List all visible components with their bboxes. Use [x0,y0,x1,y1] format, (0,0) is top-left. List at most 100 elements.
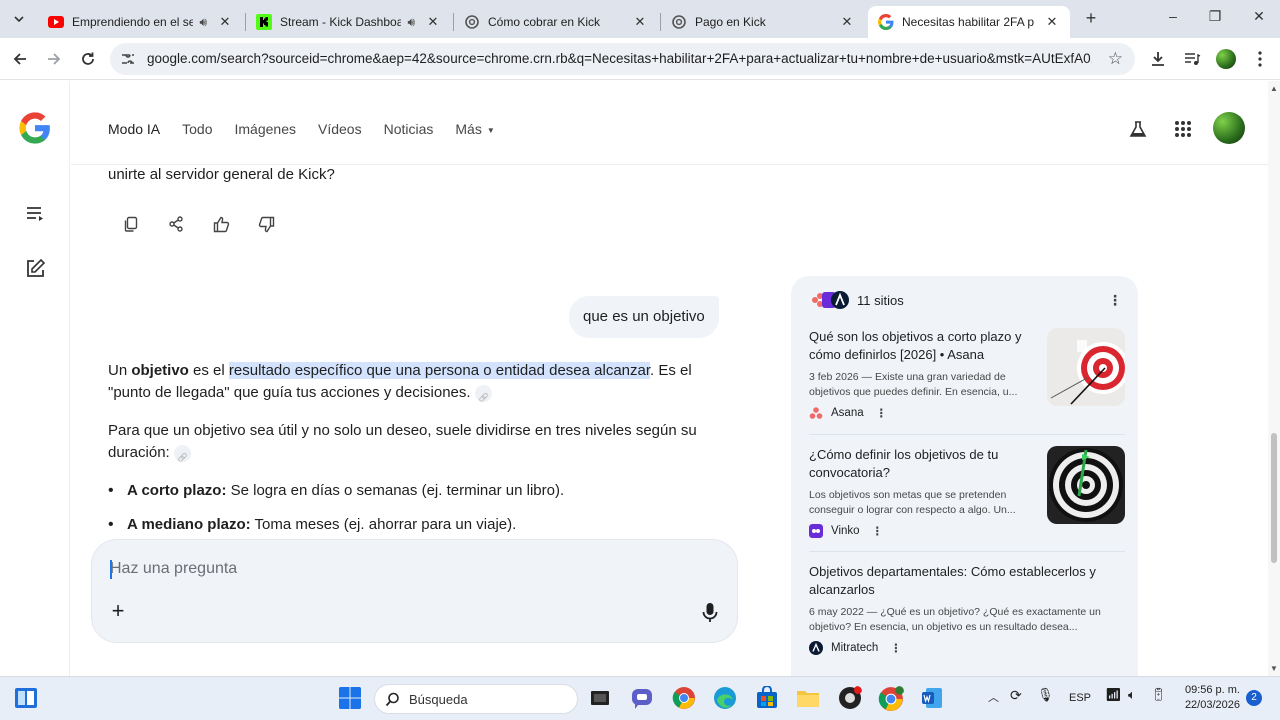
scroll-up-icon[interactable]: ▲ [1270,84,1278,93]
back-button[interactable] [8,47,32,71]
nav-tab-all[interactable]: Todo [182,121,212,137]
source-link-icon[interactable] [173,444,191,462]
teams-chat-icon[interactable] [630,686,654,710]
site-info-icon[interactable] [120,51,136,67]
tab-search-button[interactable] [8,8,30,30]
more-vertical-icon[interactable]: ⋮ [876,406,888,420]
tab-title: Pago en Kick [695,15,766,29]
close-tab-icon[interactable]: ✕ [1044,14,1060,30]
source-title[interactable]: ¿Cómo definir los objetivos de tu convoc… [809,446,1034,482]
answer-text: Para que un objetivo sea útil y no solo … [108,422,697,461]
more-vertical-icon[interactable]: ⋮ [890,641,902,655]
google-logo-icon[interactable] [18,111,52,145]
nav-tab-more[interactable]: Más ▼ [455,121,494,137]
restore-button[interactable]: ❐ [1200,8,1230,30]
microphone-icon[interactable] [700,602,720,624]
bookmark-star-icon[interactable]: ☆ [1108,49,1123,69]
reload-button[interactable] [76,47,100,71]
labs-button[interactable] [1126,117,1150,141]
battery-icon[interactable]: 🔋︎ [1150,687,1167,703]
google-icon [878,14,894,30]
close-tab-icon[interactable]: ✕ [217,14,233,30]
wifi-icon[interactable]: 📶︎ [1105,687,1122,703]
source-site: Asana ⋮ [809,406,1125,420]
microsoft-store-icon[interactable] [755,686,779,710]
notification-badge[interactable]: 2 [1246,690,1262,706]
vinko-icon [809,524,823,538]
windows-start-icon[interactable] [338,686,362,710]
thumbs-up-button[interactable] [210,213,232,235]
task-view-icon[interactable] [588,686,612,710]
nav-tab-images[interactable]: Imágenes [235,121,296,137]
tab-kick-dashboard[interactable]: Stream - Kick Dashboard 🔊︎ ✕ [246,6,451,38]
file-explorer-icon[interactable] [796,686,820,710]
edge-icon[interactable] [713,686,737,710]
account-avatar[interactable] [1213,112,1245,144]
source-card-mitratech[interactable]: Objetivos departamentales: Cómo establec… [809,563,1125,673]
sources-menu-icon[interactable]: ⋮ [1108,292,1122,309]
input-language[interactable]: ESP [1069,692,1091,704]
sync-status-icon[interactable]: ⟳ [1010,687,1022,704]
widgets-icon[interactable] [14,686,38,710]
thumbs-down-button[interactable] [255,213,277,235]
speaker-icon[interactable]: 🔊︎ [199,15,207,30]
openai-icon [672,15,686,29]
tab-pago-en-kick[interactable]: Pago en Kick ✕ [661,6,865,38]
close-tab-icon[interactable]: ✕ [425,14,441,30]
forward-arrow-icon [48,53,61,65]
ask-box: + [91,539,738,643]
profile-button[interactable] [1215,48,1237,70]
source-link-icon[interactable] [474,384,492,402]
url-text[interactable]: google.com/search?sourceid=chrome&aep=42… [147,51,1092,66]
volume-icon[interactable]: 🔈︎ [1128,687,1136,703]
copy-button[interactable] [120,213,142,235]
source-title[interactable]: Objetivos departamentales: Cómo establec… [809,563,1119,599]
tab-emprendiendo[interactable]: Emprendiendo en el sec 🔊︎ ✕ [38,6,243,38]
nav-tab-news[interactable]: Noticias [384,121,434,137]
search-nav-tabs: Modo IA Todo Imágenes Vídeos Noticias Má… [108,121,517,137]
new-chat-icon[interactable] [24,258,46,280]
close-tab-icon[interactable]: ✕ [632,14,648,30]
share-icon [169,216,183,232]
answer-bold-term: objetivo [131,362,189,379]
new-tab-button[interactable]: + [1080,8,1102,30]
speaker-icon[interactable]: 🔊︎ [407,15,415,30]
nav-tab-videos[interactable]: Vídeos [318,121,362,137]
source-thumbnail-target [1047,328,1125,406]
address-bar[interactable]: google.com/search?sourceid=chrome&aep=42… [110,43,1135,75]
system-clock[interactable]: 09:56 p. m. 22/03/2026 [1178,683,1240,713]
downloads-button[interactable] [1147,48,1169,70]
history-list-icon[interactable] [24,203,46,225]
taskbar-search[interactable]: Búsqueda [374,684,578,714]
forward-button[interactable] [42,47,66,71]
share-button[interactable] [165,213,187,235]
source-title[interactable]: Qué son los objetivos a corto plazo y có… [809,328,1034,364]
chrome-active-icon[interactable] [878,686,904,712]
page-scrollbar[interactable]: ▲ ▼ [1268,81,1280,676]
minimize-button[interactable]: – [1158,8,1188,30]
close-window-button[interactable]: ✕ [1244,8,1274,30]
chrome-taskbar-icon[interactable] [672,686,696,710]
source-card-vinko[interactable]: ¿Cómo definir los objetivos de tu convoc… [809,446,1125,552]
word-icon[interactable] [920,686,944,710]
source-card-asana[interactable]: Qué son los objetivos a corto plazo y có… [809,328,1125,435]
tab-como-cobrar[interactable]: Cómo cobrar en Kick ✕ [454,6,658,38]
openai-icon [465,15,479,29]
target-image [1047,328,1125,406]
tab-necesitas-habilitar-2fa[interactable]: Necesitas habilitar 2FA para ✕ [868,6,1070,38]
more-vertical-icon[interactable]: ⋮ [872,524,884,538]
recorder-app-icon[interactable] [838,686,862,710]
google-ai-mode-page: Modo IA Todo Imágenes Vídeos Noticias Má… [0,81,1268,676]
chrome-menu-button[interactable] [1249,48,1271,70]
ask-input[interactable] [110,556,670,582]
scrollbar-thumb[interactable] [1271,433,1277,563]
add-attachment-button[interactable]: + [108,600,128,622]
scroll-down-icon[interactable]: ▼ [1270,664,1278,673]
microphone-tray-icon[interactable]: 🎙︎ [1037,687,1054,703]
close-tab-icon[interactable]: ✕ [839,14,855,30]
media-controls-button[interactable] [1181,48,1203,70]
tray-overflow-icon[interactable]: ︿ [988,689,999,705]
google-apps-button[interactable] [1171,117,1195,141]
nav-tab-ai-mode[interactable]: Modo IA [108,121,160,137]
sources-header[interactable]: 11 sitios [809,290,904,310]
